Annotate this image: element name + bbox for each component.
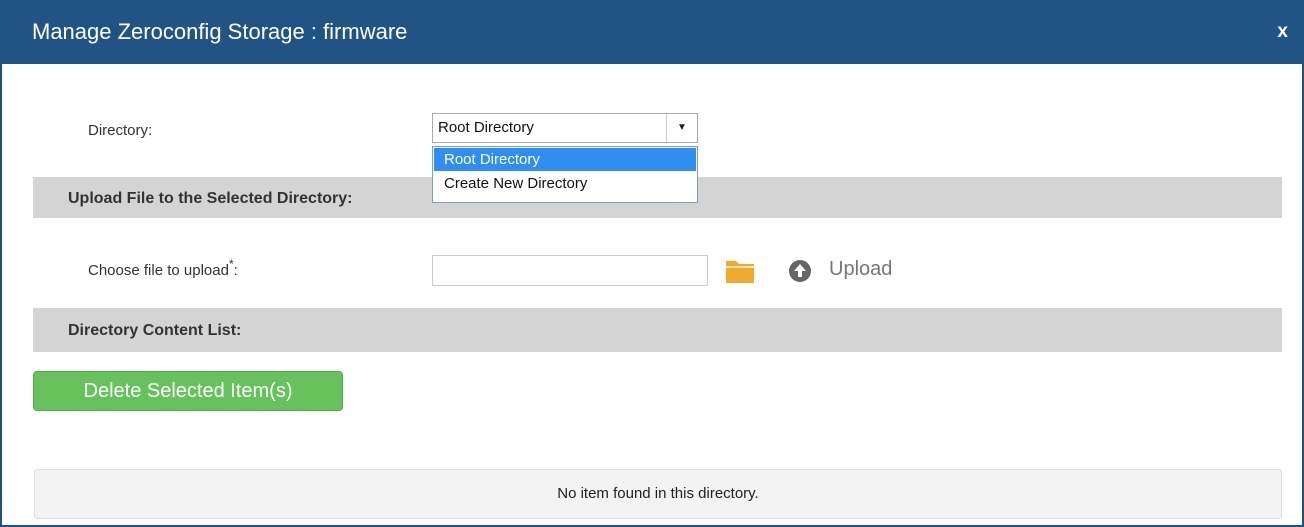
directory-label: Directory: xyxy=(88,122,153,139)
dialog-title: Manage Zeroconfig Storage : firmware xyxy=(32,19,408,44)
upload-button[interactable]: Upload xyxy=(829,258,892,281)
upload-arrow-icon[interactable] xyxy=(788,259,812,283)
folder-icon[interactable] xyxy=(725,257,755,285)
choose-file-label-colon: : xyxy=(233,262,238,279)
required-asterisk: * xyxy=(228,257,234,271)
file-path-input[interactable] xyxy=(432,255,708,286)
choose-file-label-text: Choose file to upload xyxy=(88,262,229,279)
empty-directory-message: No item found in this directory. xyxy=(34,469,1282,519)
manage-storage-dialog: Manage Zeroconfig Storage : firmware x D… xyxy=(0,0,1304,527)
directory-dropdown: Root Directory Create New Directory xyxy=(432,146,698,203)
directory-select[interactable]: Root Directory ▼ xyxy=(432,113,698,143)
dialog-titlebar: Manage Zeroconfig Storage : firmware x xyxy=(0,0,1304,64)
directory-select-value: Root Directory xyxy=(438,119,534,136)
content-list-title: Directory Content List: xyxy=(68,322,242,339)
option-root-directory[interactable]: Root Directory xyxy=(434,148,696,171)
option-create-new-directory[interactable]: Create New Directory xyxy=(433,172,697,196)
close-icon[interactable]: x xyxy=(1277,20,1288,44)
delete-selected-button[interactable]: Delete Selected Item(s) xyxy=(33,371,343,411)
choose-file-label: Choose file to upload*: xyxy=(88,257,238,279)
upload-section-title: Upload File to the Selected Directory: xyxy=(68,190,353,207)
content-list-header: Directory Content List: xyxy=(33,308,1282,352)
caret-down-icon[interactable]: ▼ xyxy=(666,114,697,142)
